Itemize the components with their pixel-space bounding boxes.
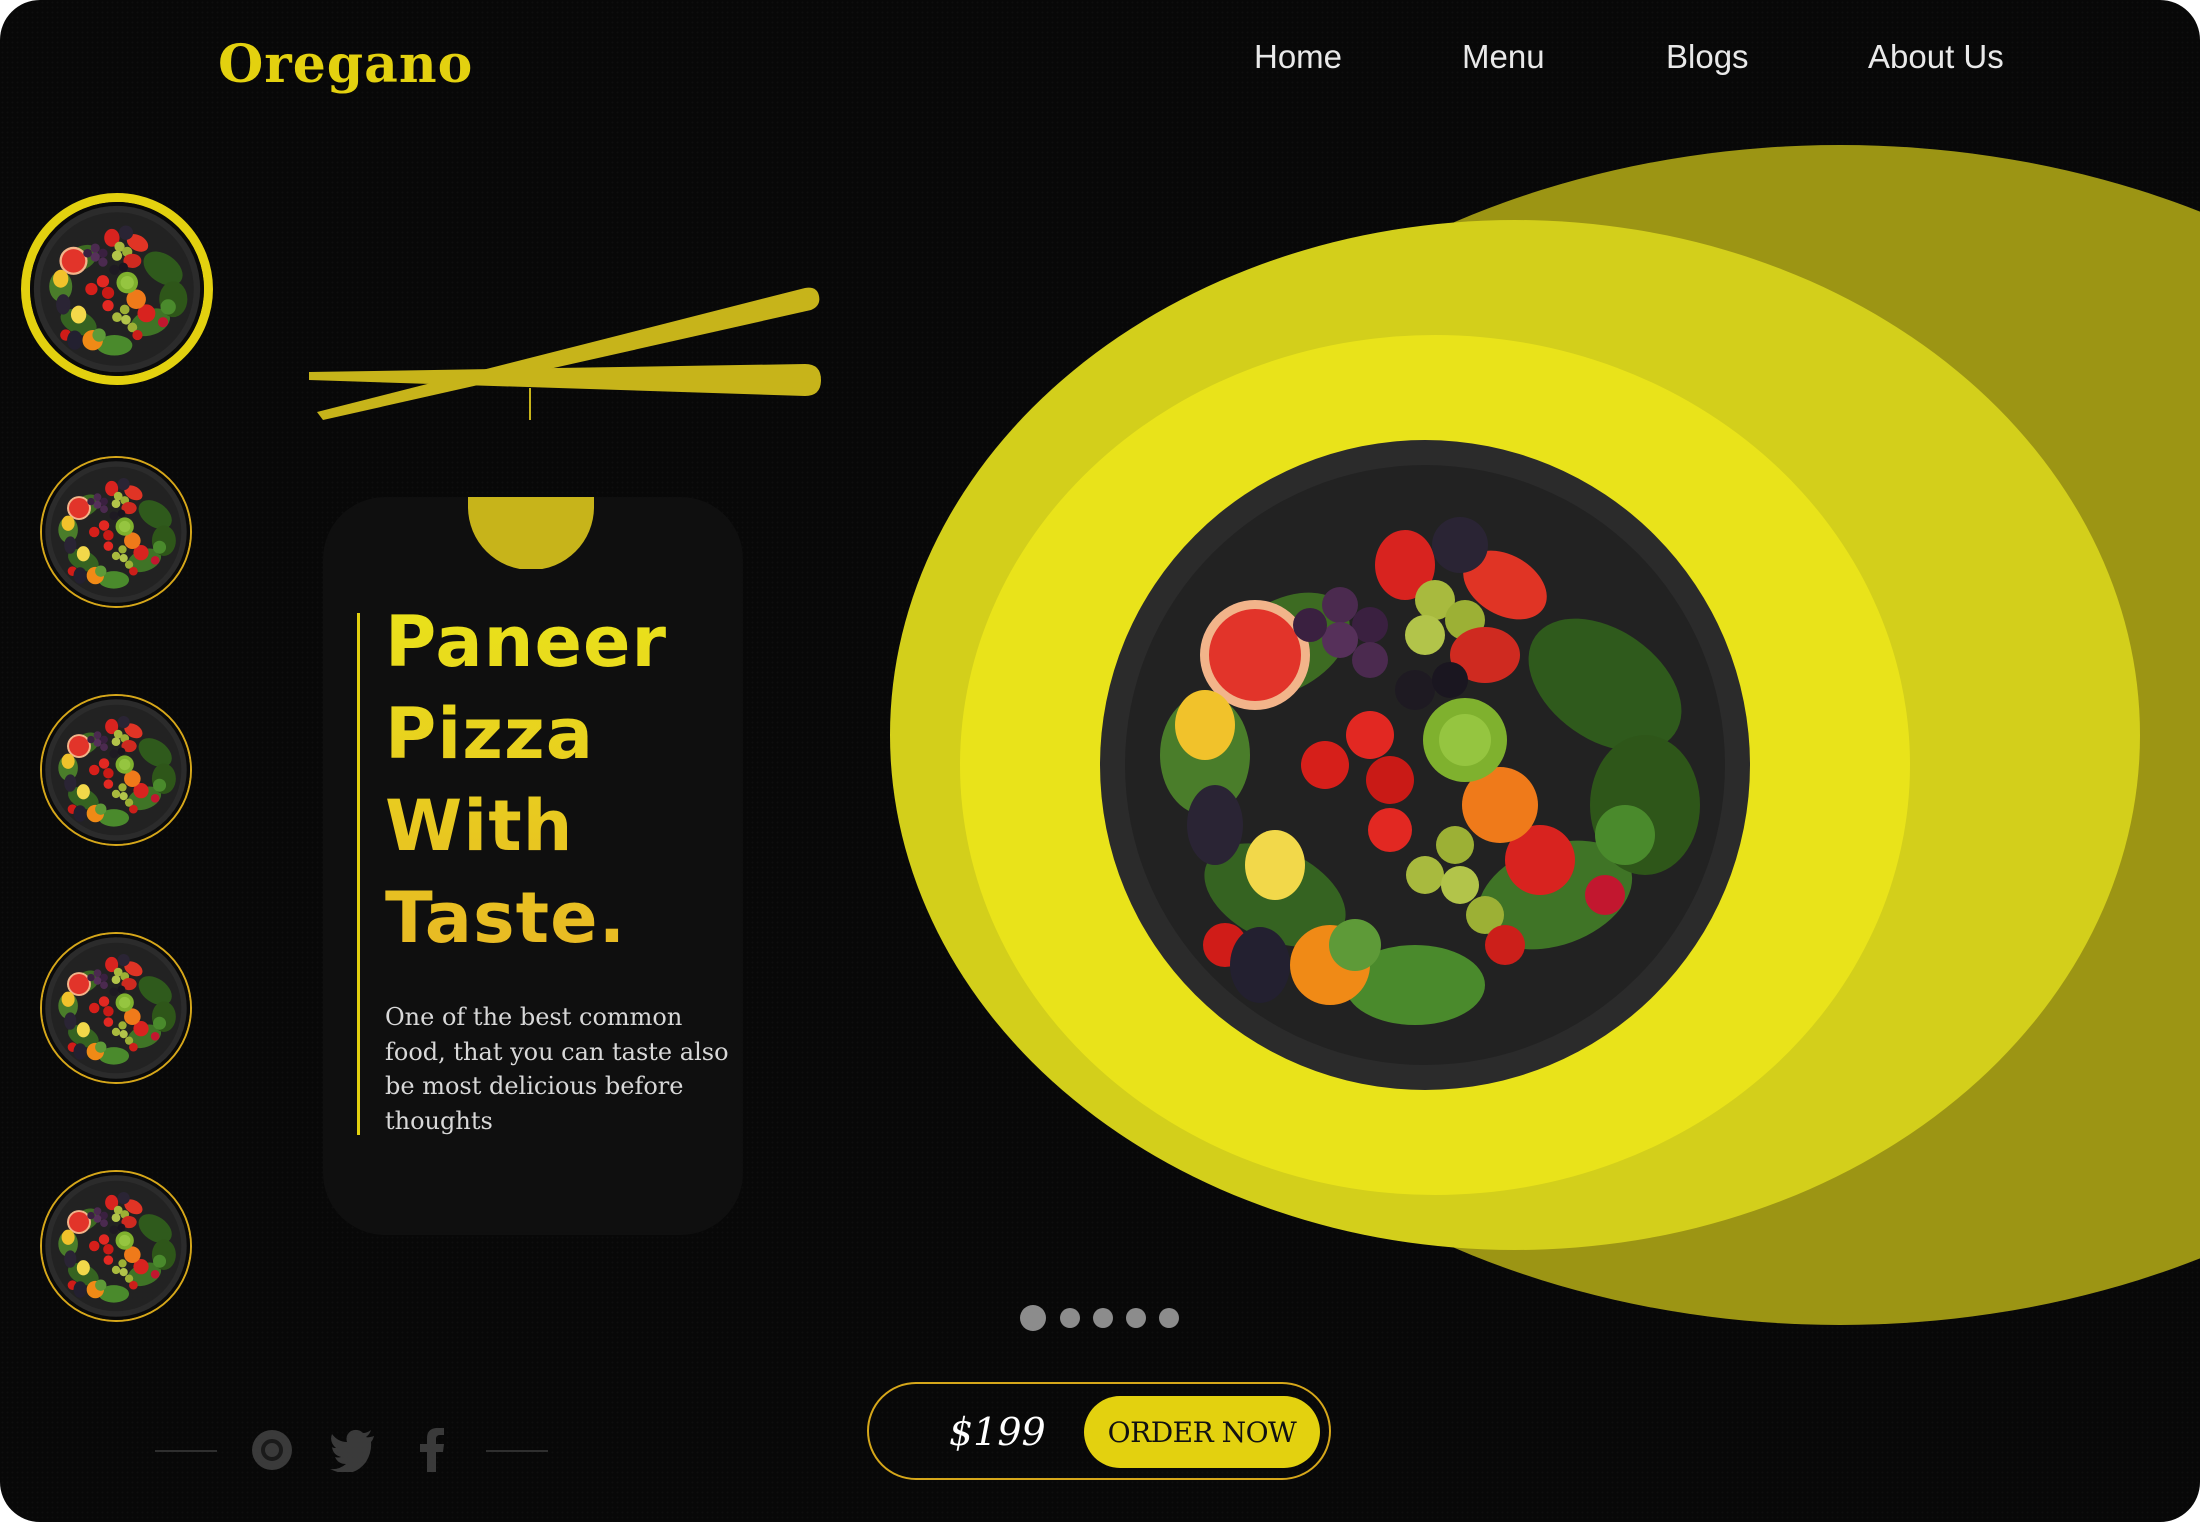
- title-line-4: Taste.: [385, 877, 627, 959]
- pagination-dot-3[interactable]: [1093, 1308, 1113, 1328]
- social-divider-left: [155, 1450, 217, 1452]
- thumbnail-3[interactable]: [40, 694, 192, 846]
- main-nav: Home Menu Blogs About Us: [0, 38, 2200, 78]
- pagination-dot-1[interactable]: [1020, 1305, 1046, 1331]
- thumbnail-2[interactable]: [40, 456, 192, 608]
- thumbnail-salad-image: [42, 934, 190, 1082]
- pagination-dot-4[interactable]: [1126, 1308, 1146, 1328]
- chopsticks-icon: [309, 287, 821, 420]
- thumbnail-salad-image: [30, 202, 204, 376]
- card-hanger-tab: [468, 497, 594, 569]
- nav-about-us[interactable]: About Us: [1868, 38, 2004, 76]
- thumbnail-5[interactable]: [40, 1170, 192, 1322]
- thumbnail-salad-image: [42, 458, 190, 606]
- facebook-icon[interactable]: [418, 1428, 446, 1472]
- thumbnail-1[interactable]: [21, 193, 213, 385]
- thumbnail-4[interactable]: [40, 932, 192, 1084]
- instagram-icon[interactable]: [250, 1428, 294, 1472]
- title-line-3: With: [385, 785, 574, 867]
- nav-blogs[interactable]: Blogs: [1666, 38, 1749, 76]
- order-now-button[interactable]: ORDER NOW: [1084, 1396, 1320, 1468]
- twitter-icon[interactable]: [330, 1428, 376, 1472]
- pagination-dot-5[interactable]: [1159, 1308, 1179, 1328]
- hero-salad-plate-image: [1100, 440, 1750, 1090]
- social-divider-right: [486, 1450, 548, 1452]
- title-line-1: Paneer: [385, 601, 667, 683]
- thumbnail-salad-image: [42, 696, 190, 844]
- title-accent-line: [357, 613, 360, 1135]
- price-label: $199: [949, 1410, 1046, 1454]
- nav-home[interactable]: Home: [1254, 38, 1342, 76]
- page-frame: Oregano Home Menu Blogs About Us Paneer …: [0, 0, 2200, 1522]
- nav-menu[interactable]: Menu: [1462, 38, 1545, 76]
- dish-description: One of the best common food, that you ca…: [385, 1003, 729, 1135]
- title-line-2: Pizza: [385, 693, 595, 775]
- dish-title: Paneer Pizza With Taste.: [385, 596, 667, 964]
- thumbnail-salad-image: [42, 1172, 190, 1320]
- pagination-dot-2[interactable]: [1060, 1308, 1080, 1328]
